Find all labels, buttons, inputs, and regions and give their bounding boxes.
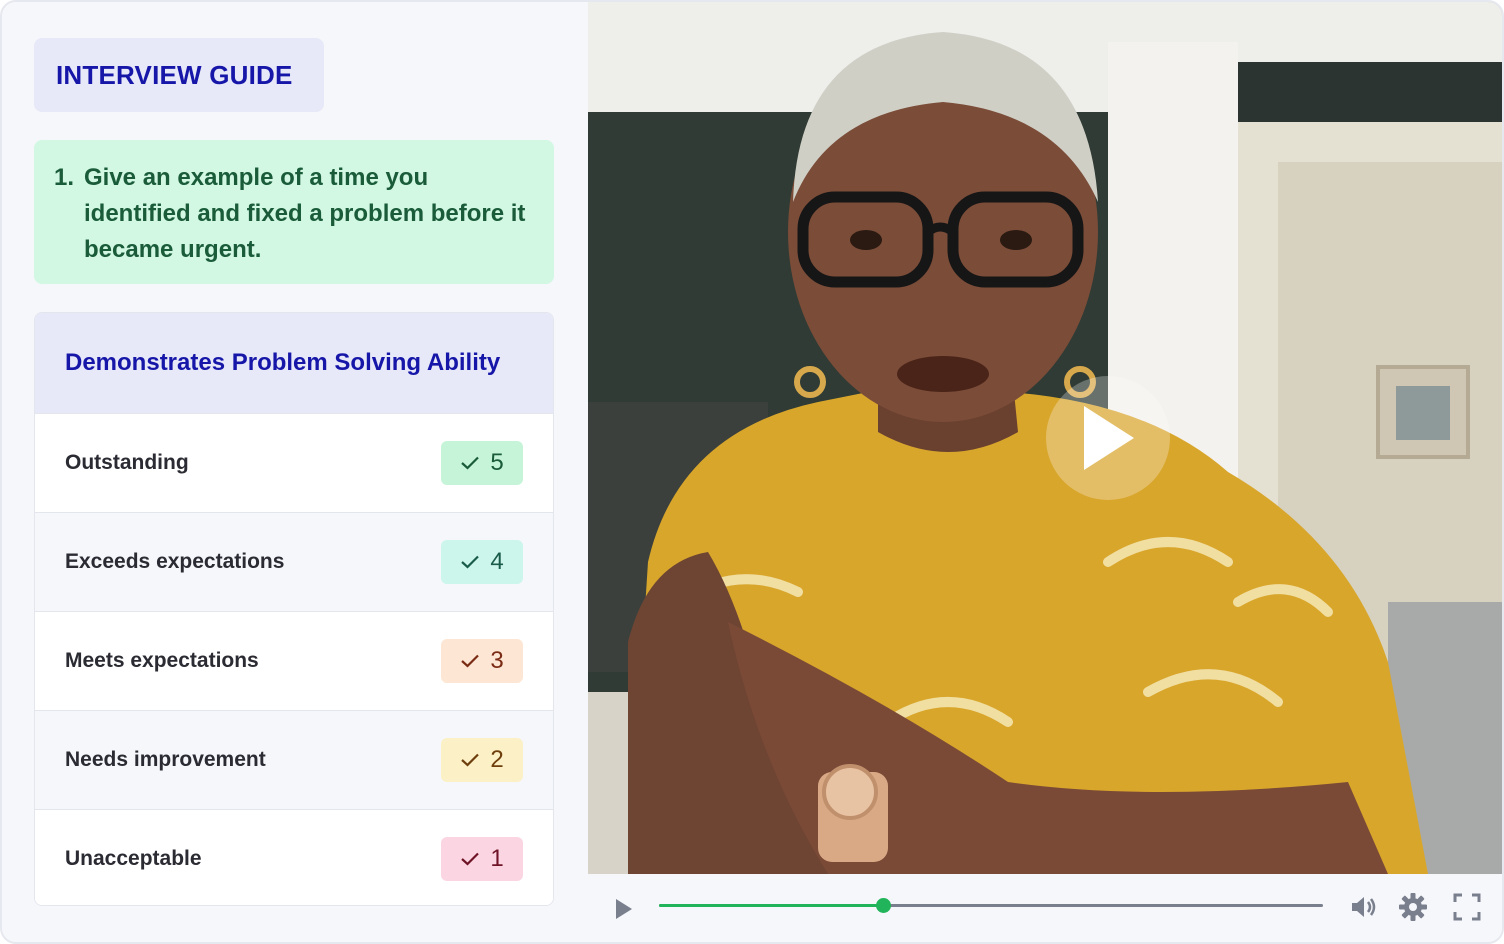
interview-guide-label: INTERVIEW GUIDE (34, 38, 324, 112)
settings-icon[interactable] (1398, 892, 1428, 922)
rating-label: Needs improvement (65, 748, 266, 771)
score-badge[interactable]: 4 (441, 540, 523, 584)
score-badge[interactable]: 2 (441, 738, 523, 782)
rating-row-5[interactable]: Outstanding 5 (35, 413, 553, 512)
play-overlay-button[interactable] (1046, 376, 1170, 500)
score-value: 3 (490, 647, 504, 674)
question-number: 1. (54, 164, 75, 191)
progress-fill (659, 904, 883, 907)
video-frame[interactable] (588, 2, 1502, 874)
rating-row-3[interactable]: Meets expectations 3 (35, 611, 553, 710)
check-icon (461, 456, 480, 470)
rating-label: Unacceptable (65, 847, 202, 870)
question-text: Give an example of a time you identified… (84, 164, 526, 263)
check-icon (461, 852, 480, 866)
check-icon (461, 753, 480, 767)
video-controls (588, 874, 1502, 942)
rating-row-2[interactable]: Needs improvement 2 (35, 710, 553, 809)
fullscreen-icon[interactable] (1452, 892, 1482, 922)
app-frame: INTERVIEW GUIDE 1. Give an example of a … (0, 0, 1504, 944)
score-badge[interactable]: 1 (441, 837, 523, 881)
score-badge[interactable]: 3 (441, 639, 523, 683)
rating-label: Exceeds expectations (65, 550, 285, 573)
interview-panel: INTERVIEW GUIDE 1. Give an example of a … (2, 2, 588, 942)
check-icon (461, 555, 480, 569)
score-value: 4 (490, 548, 504, 575)
play-icon[interactable] (612, 894, 636, 924)
score-badge[interactable]: 5 (441, 441, 523, 485)
rating-rubric: Demonstrates Problem Solving Ability Out… (34, 312, 554, 906)
score-value: 5 (490, 449, 504, 476)
score-value: 1 (490, 845, 504, 872)
rating-row-4[interactable]: Exceeds expectations 4 (35, 512, 553, 611)
rating-row-1[interactable]: Unacceptable 1 (35, 809, 553, 905)
progress-track[interactable] (659, 898, 1323, 913)
rating-label: Outstanding (65, 451, 189, 474)
check-icon (461, 654, 480, 668)
score-value: 2 (490, 746, 504, 773)
volume-icon[interactable] (1348, 892, 1378, 922)
rating-label: Meets expectations (65, 649, 259, 672)
rubric-title: Demonstrates Problem Solving Ability (35, 313, 553, 413)
question-card: 1. Give an example of a time you identif… (34, 140, 554, 284)
play-icon (1084, 406, 1134, 470)
progress-thumb[interactable] (875, 898, 891, 913)
